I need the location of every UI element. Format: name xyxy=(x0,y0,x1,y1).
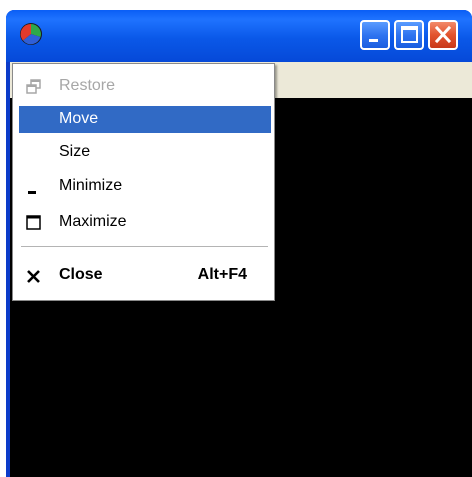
menu-item-label: Restore xyxy=(59,77,116,94)
title-bar[interactable] xyxy=(6,10,472,62)
menu-item-minimize[interactable]: Minimize xyxy=(19,173,271,200)
maximize-icon xyxy=(25,214,43,232)
close-x-icon xyxy=(25,267,43,285)
menu-item-label: Minimize xyxy=(59,177,123,194)
menu-item-maximize[interactable]: Maximize xyxy=(19,209,271,236)
minimize-icon xyxy=(369,39,378,42)
menu-item-restore[interactable]: Restore xyxy=(19,73,271,100)
close-icon xyxy=(434,25,452,44)
close-button[interactable] xyxy=(428,20,458,50)
menu-item-label: Close xyxy=(59,266,103,283)
restore-icon xyxy=(25,78,43,96)
app-pie-icon[interactable] xyxy=(19,22,43,46)
menu-item-label: Maximize xyxy=(59,213,127,230)
menu-item-shortcut: Alt+F4 xyxy=(197,266,247,283)
menu-item-close[interactable]: Close Alt+F4 xyxy=(19,262,271,289)
menu-item-label: Size xyxy=(59,143,91,160)
minimize-icon xyxy=(25,178,43,196)
menu-item-size[interactable]: Size xyxy=(19,139,271,166)
maximize-icon xyxy=(401,26,418,43)
menu-separator xyxy=(21,246,268,248)
system-menu: Restore Move Size Minimize Maximize Clos… xyxy=(12,63,275,301)
maximize-button[interactable] xyxy=(394,20,424,50)
menu-item-move[interactable]: Move xyxy=(19,106,271,133)
menu-item-label: Move xyxy=(59,110,99,127)
minimize-button[interactable] xyxy=(360,20,390,50)
